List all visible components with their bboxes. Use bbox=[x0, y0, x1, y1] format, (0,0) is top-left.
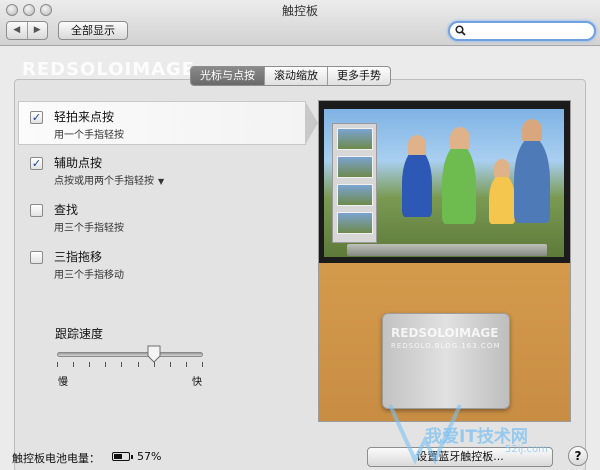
battery-label: 触控板电池电量： bbox=[12, 452, 100, 465]
tracking-speed-label: 跟踪速度 bbox=[55, 327, 104, 341]
slider-tick bbox=[202, 362, 203, 367]
slow-label: 慢 bbox=[58, 377, 68, 388]
secondary-click-popup[interactable]: 点按或用两个手指轻按 ▼ bbox=[54, 172, 164, 187]
option-tap-to-click[interactable]: ✓ 轻拍来点按 用一个手指轻按 bbox=[30, 107, 290, 141]
slider-tick bbox=[105, 362, 107, 367]
tab-more-gestures[interactable]: 更多手势 bbox=[327, 67, 390, 85]
tracking-speed-slider[interactable] bbox=[57, 345, 203, 363]
slider-thumb[interactable] bbox=[147, 345, 161, 363]
tab-bar: 光标与点按 滚动缩放 更多手势 bbox=[190, 66, 391, 86]
slider-tick bbox=[57, 362, 58, 367]
preview-desk: REDSOLOIMAGE REDSOLO.BLOG.163.COM bbox=[319, 263, 570, 421]
checkbox-three-finger-drag[interactable] bbox=[30, 251, 43, 264]
tab-point-click[interactable]: 光标与点按 bbox=[191, 67, 264, 85]
checkbox-look-up[interactable] bbox=[30, 204, 43, 217]
window-title: 触控板 bbox=[281, 4, 318, 18]
dropdown-triangle-icon: ▼ bbox=[158, 177, 165, 186]
fast-label: 快 bbox=[192, 377, 202, 388]
slider-ticks bbox=[57, 362, 203, 368]
option-three-finger-drag[interactable]: 三指拖移 用三个手指移动 bbox=[30, 247, 290, 281]
slider-tick bbox=[153, 362, 155, 367]
gesture-preview-video: REDSOLOIMAGE REDSOLO.BLOG.163.COM bbox=[318, 100, 571, 422]
preview-trackpad: REDSOLOIMAGE REDSOLO.BLOG.163.COM bbox=[382, 313, 510, 409]
battery-percent: 57% bbox=[137, 450, 162, 463]
checkbox-tap-to-click[interactable]: ✓ bbox=[30, 111, 43, 124]
back-arrow-icon[interactable]: ◀ bbox=[7, 22, 27, 39]
option-secondary-click[interactable]: ✓ 辅助点按 点按或用两个手指轻按 ▼ bbox=[30, 153, 290, 187]
slider-tick bbox=[185, 362, 187, 367]
slider-tick bbox=[89, 362, 91, 367]
preview-photo-sidebar bbox=[332, 123, 377, 243]
forward-arrow-icon[interactable]: ▶ bbox=[26, 22, 48, 39]
slider-tick bbox=[121, 362, 123, 367]
checkbox-secondary-click[interactable]: ✓ bbox=[30, 157, 43, 170]
search-input[interactable] bbox=[448, 21, 596, 41]
title-bar: 触控板 ◀ ▶ 全部显示 bbox=[0, 0, 600, 46]
tab-scroll-zoom[interactable]: 滚动缩放 bbox=[264, 67, 327, 85]
preview-dock bbox=[347, 244, 547, 256]
slider-tick bbox=[169, 362, 171, 367]
preview-screen bbox=[319, 101, 570, 263]
slider-tick bbox=[73, 362, 75, 367]
battery-icon bbox=[112, 452, 133, 461]
slider-tick bbox=[137, 362, 139, 367]
back-forward-control: ◀ ▶ bbox=[6, 21, 48, 40]
search-icon bbox=[455, 25, 466, 36]
option-look-up[interactable]: 查找 用三个手指轻按 bbox=[30, 200, 290, 234]
site-watermark: 我爱IT技术网 52ij.com bbox=[385, 400, 595, 470]
show-all-button[interactable]: 全部显示 bbox=[58, 21, 128, 40]
preview-photo bbox=[324, 109, 564, 257]
